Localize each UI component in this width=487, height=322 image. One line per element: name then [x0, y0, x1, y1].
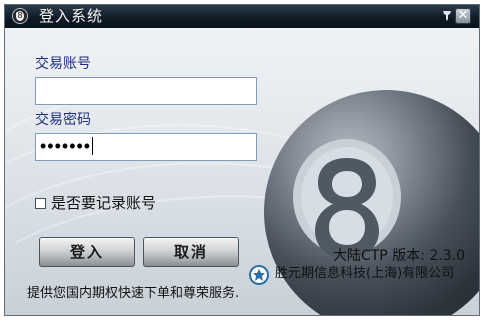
password-input[interactable]: ••••••• [35, 133, 257, 161]
service-tagline: 提供您国内期权快速下单和尊荣服务. [27, 286, 240, 301]
login-window: 8 登入系统 ✕ 交易账号 交易密码 ••••••• 是否要记录账号 登入 取消… [4, 4, 480, 316]
window-title: 登入系统 [39, 7, 104, 25]
text-caret [92, 137, 94, 155]
pin-icon[interactable] [441, 9, 453, 21]
remember-account-checkbox[interactable] [35, 198, 46, 209]
close-icon: ✕ [457, 8, 469, 23]
version-text: 大陆CTP 版本: 2.3.0 [332, 248, 465, 264]
title-bar[interactable]: 8 登入系统 ✕ [5, 5, 479, 28]
password-mask: ••••••• [40, 136, 92, 156]
login-button[interactable]: 登入 [39, 237, 135, 267]
account-input[interactable] [35, 77, 257, 105]
eight-ball-icon: 8 [13, 9, 27, 23]
password-label: 交易密码 [35, 112, 91, 128]
close-button[interactable]: ✕ [455, 8, 471, 24]
remember-account-label[interactable]: 是否要记录账号 [51, 194, 156, 212]
account-label: 交易账号 [35, 56, 91, 72]
company-name: 胜元期信息科技(上海)有限公司 [275, 266, 455, 281]
company-logo-icon [249, 265, 269, 285]
cancel-button[interactable]: 取消 [143, 237, 239, 267]
